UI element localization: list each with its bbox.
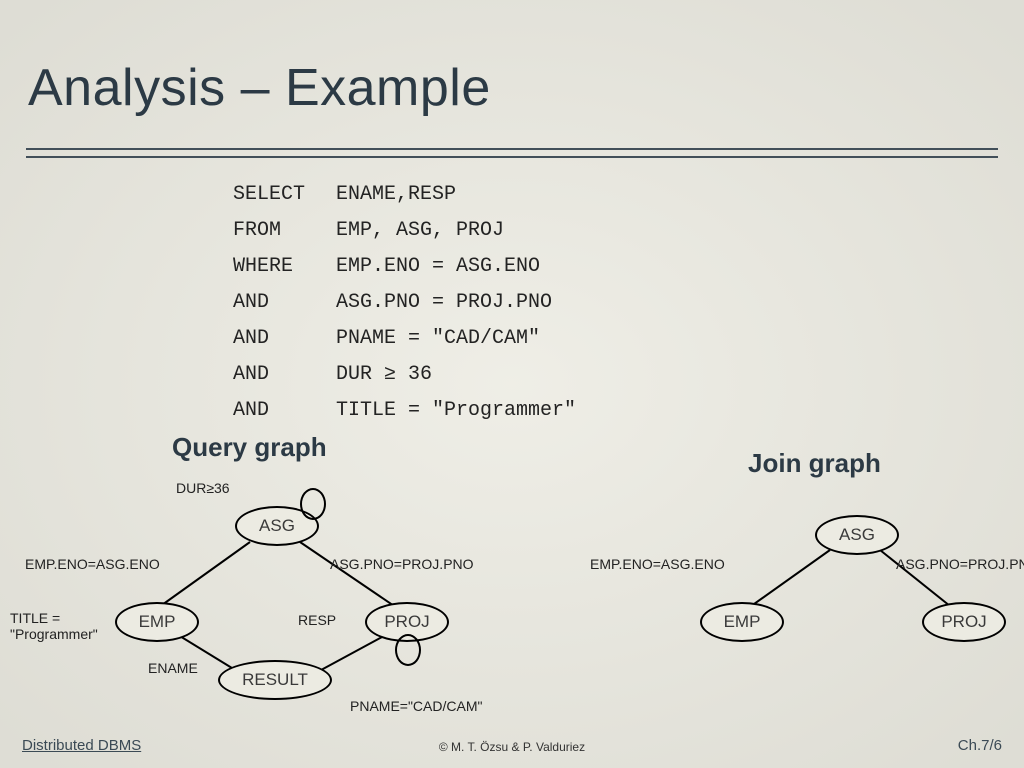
label-ename: ENAME	[148, 660, 198, 676]
loop-proj	[395, 634, 421, 666]
sql-kw: AND	[232, 286, 333, 320]
label-title: TITLE = "Programmer"	[10, 610, 115, 642]
slide-title: Analysis – Example	[28, 58, 491, 118]
title-rule	[26, 148, 998, 158]
query-graph-heading: Query graph	[172, 432, 327, 463]
sql-kw: AND	[232, 322, 333, 356]
label-pname: PNAME="CAD/CAM"	[350, 698, 482, 714]
node-asg: ASG	[235, 506, 319, 546]
loop-asg	[300, 488, 326, 520]
sql-val: EMP.ENO = ASG.ENO	[335, 250, 577, 284]
node-asg-jg: ASG	[815, 515, 899, 555]
node-emp-jg: EMP	[700, 602, 784, 642]
label-eno: EMP.ENO=ASG.ENO	[25, 556, 160, 572]
sql-kw: AND	[232, 394, 333, 428]
node-proj: PROJ	[365, 602, 449, 642]
node-emp: EMP	[115, 602, 199, 642]
sql-val: ENAME,RESP	[335, 178, 577, 212]
footer-right: Ch.7/6	[958, 737, 1002, 754]
sql-val: EMP, ASG, PROJ	[335, 214, 577, 248]
sql-kw: WHERE	[232, 250, 333, 284]
join-graph-heading: Join graph	[748, 448, 881, 479]
sql-block: SELECTENAME,RESP FROMEMP, ASG, PROJ WHER…	[230, 176, 579, 430]
node-proj-jg: PROJ	[922, 602, 1006, 642]
sql-kw: FROM	[232, 214, 333, 248]
sql-kw: SELECT	[232, 178, 333, 212]
sql-val: PNAME = "CAD/CAM"	[335, 322, 577, 356]
label-dur: DUR≥36	[176, 480, 230, 496]
label-pno-jg: ASG.PNO=PROJ.PNO	[896, 556, 1024, 572]
sql-val: ASG.PNO = PROJ.PNO	[335, 286, 577, 320]
label-eno-jg: EMP.ENO=ASG.ENO	[590, 556, 725, 572]
sql-kw: AND	[232, 358, 333, 392]
sql-val: DUR ≥ 36	[335, 358, 577, 392]
label-resp: RESP	[298, 612, 336, 628]
footer-center: © M. T. Özsu & P. Valduriez	[0, 740, 1024, 754]
sql-val: TITLE = "Programmer"	[335, 394, 577, 428]
label-pno: ASG.PNO=PROJ.PNO	[330, 556, 474, 572]
node-result: RESULT	[218, 660, 332, 700]
